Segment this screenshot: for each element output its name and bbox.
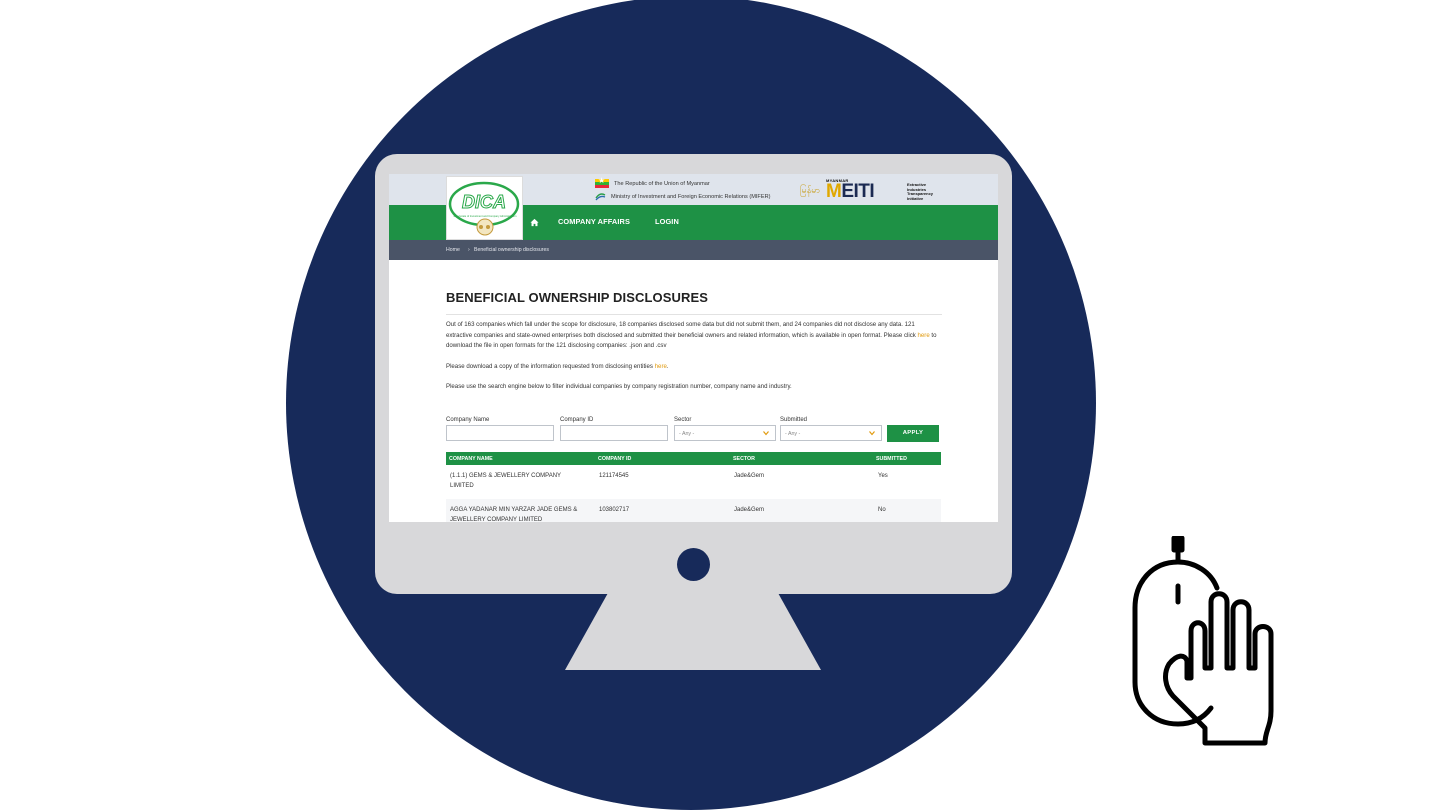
cell-company-id: 103802717 [599, 507, 630, 513]
republic-line: The Republic of the Union of Myanmar [595, 176, 710, 188]
apply-button[interactable]: APPLY [887, 425, 939, 442]
cell-company-name[interactable]: (1.1.1) GEMS & JEWELLERY COMPANY LIMITED [450, 472, 580, 491]
sector-select[interactable]: - Any - [674, 425, 776, 441]
breadcrumb-current: Beneficial ownership disclosures [474, 247, 549, 253]
page-title: BENEFICIAL OWNERSHIP DISCLOSURES [446, 290, 709, 305]
intro-paragraph: Out of 163 companies which fall under th… [446, 320, 942, 352]
chevron-down-icon [869, 431, 875, 436]
meiti-wordmark: MEITI [826, 181, 875, 202]
breadcrumb-home[interactable]: Home [446, 247, 460, 253]
submitted-select[interactable]: - Any - [780, 425, 882, 441]
cell-sector: Jade&Gem [734, 507, 765, 513]
company-id-label: Company ID [560, 417, 594, 423]
chevron-down-icon [763, 431, 769, 436]
cell-sector: Jade&Gem [734, 473, 765, 479]
nav-company-affairs[interactable]: COMPANY AFFAIRS [558, 217, 630, 226]
table-row[interactable]: (1.1.1) GEMS & JEWELLERY COMPANY LIMITED… [446, 465, 941, 499]
download-open-data-link[interactable]: here [918, 332, 930, 339]
download-text-after: . [666, 363, 669, 370]
column-header-company-name[interactable]: COMPANY NAME [449, 456, 493, 462]
cell-submitted: Yes [878, 473, 888, 479]
download-paragraph: Please download a copy of the informatio… [446, 362, 942, 373]
myanmar-script-text: မြန်မာ [800, 186, 821, 196]
column-header-sector[interactable]: SECTOR [733, 456, 755, 462]
dica-logo[interactable]: DICA Directorate of Investment and Compa… [446, 176, 523, 240]
cell-company-id: 121174545 [599, 473, 629, 479]
dica-logo-icon: DICA Directorate of Investment and Compa… [448, 181, 520, 236]
title-divider [446, 314, 942, 315]
company-name-label: Company Name [446, 417, 490, 423]
dica-logo-subtext: Directorate of Investment and Company Ad… [454, 214, 517, 218]
download-text-before: Please download a copy of the informatio… [446, 363, 655, 370]
table-header: COMPANY NAME COMPANY ID SECTOR SUBMITTED [446, 452, 941, 465]
monitor-screen: The Republic of the Union of Myanmar Min… [389, 174, 998, 522]
table-row[interactable]: AGGA YADANAR MIN YARZAR JADE GEMS & JEWE… [446, 499, 941, 522]
company-name-input[interactable] [446, 425, 554, 441]
sector-select-value: - Any - [679, 431, 695, 437]
download-information-link[interactable]: here [655, 363, 667, 370]
column-header-company-id[interactable]: COMPANY ID [598, 456, 631, 462]
ministry-text: Ministry of Investment and Foreign Econo… [611, 193, 771, 200]
myanmar-flag-icon [595, 176, 609, 188]
breadcrumb: Home › Beneficial ownership disclosures [389, 240, 998, 260]
monitor-stand [565, 592, 821, 670]
submitted-label: Submitted [780, 417, 808, 423]
company-id-input[interactable] [560, 425, 668, 441]
cell-company-name[interactable]: AGGA YADANAR MIN YARZAR JADE GEMS & JEWE… [450, 506, 592, 522]
meiti-description: Extractive Industries Transparency Initi… [907, 182, 934, 201]
ministry-line: Ministry of Investment and Foreign Econo… [595, 192, 770, 201]
sector-label: Sector [674, 417, 692, 423]
dica-logo-text: DICA [462, 192, 506, 212]
republic-text: The Republic of the Union of Myanmar [614, 180, 710, 187]
column-header-submitted[interactable]: SUBMITTED [876, 456, 907, 462]
cell-submitted: No [878, 507, 886, 513]
breadcrumb-separator: › [468, 247, 470, 253]
meiti-eiti-letters: EITI [841, 181, 875, 202]
mouse-click-icon [1132, 536, 1274, 746]
home-icon[interactable] [530, 218, 539, 227]
nav-login[interactable]: LOGIN [655, 217, 679, 226]
search-instructions: Please use the search engine below to fi… [446, 383, 792, 390]
power-button [677, 548, 710, 581]
submitted-select-value: - Any - [785, 431, 801, 437]
ministry-logo-icon [595, 193, 606, 201]
meiti-m-letter: M [826, 181, 842, 202]
intro-text-before: Out of 163 companies which fall under th… [446, 321, 918, 339]
